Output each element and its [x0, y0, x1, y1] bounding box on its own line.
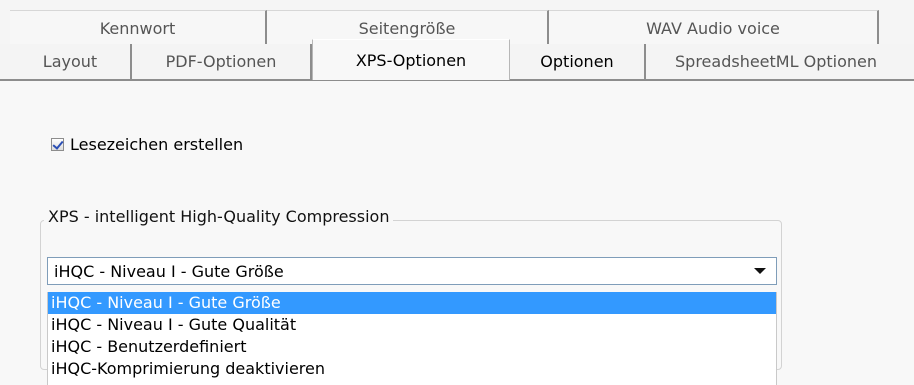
tab-label-pdf-optionen: PDF-Optionen	[165, 52, 277, 71]
tab-wav-audio-voice[interactable]: WAV Audio voice	[549, 10, 879, 46]
compression-dropdown-list: iHQC - Niveau I - Gute Größe iHQC - Nive…	[47, 292, 777, 385]
compression-select-value: iHQC - Niveau I - Gute Größe	[54, 261, 284, 281]
tab-label-layout: Layout	[42, 52, 98, 71]
compression-option[interactable]: iHQC - Niveau I - Gute Größe	[48, 292, 776, 314]
compression-option[interactable]: iHQC - Benutzerdefiniert	[48, 336, 776, 358]
tab-xps-optionen[interactable]: XPS-Optionen	[312, 39, 510, 80]
tab-layout[interactable]: Layout	[10, 44, 132, 79]
front-tab-row: Layout PDF-Optionen XPS-Optionen Optione…	[0, 39, 914, 81]
tab-pdf-optionen[interactable]: PDF-Optionen	[132, 44, 312, 79]
compression-option[interactable]: iHQC-Komprimierung deaktivieren	[48, 358, 776, 380]
chevron-down-icon[interactable]	[754, 268, 766, 274]
xps-options-dialog: Kennwort Seitengröße WAV Audio voice Lay…	[0, 0, 914, 385]
tab-label-optionen: Optionen	[540, 52, 614, 71]
tab-content-panel: Lesezeichen erstellen XPS - intelligent …	[0, 81, 914, 385]
tab-optionen[interactable]: Optionen	[510, 44, 646, 79]
compression-group-label: XPS - intelligent High-Quality Compressi…	[44, 207, 394, 226]
tab-spreadsheetml-optionen[interactable]: SpreadsheetML Optionen	[646, 44, 906, 79]
tab-label-kennwort: Kennwort	[99, 19, 176, 38]
tab-label-seitengroesse: Seitengröße	[358, 19, 456, 38]
bookmark-checkbox-row[interactable]: Lesezeichen erstellen	[51, 135, 243, 154]
tab-label-spreadsheetml-optionen: SpreadsheetML Optionen	[675, 52, 877, 71]
tab-kennwort[interactable]: Kennwort	[10, 10, 267, 46]
tab-label-wav-audio-voice: WAV Audio voice	[646, 19, 780, 38]
tab-label-xps-optionen: XPS-Optionen	[355, 50, 467, 70]
bookmark-checkbox[interactable]	[51, 138, 64, 151]
bookmark-checkbox-label: Lesezeichen erstellen	[70, 135, 244, 154]
compression-select[interactable]: iHQC - Niveau I - Gute Größe	[47, 257, 777, 285]
compression-option[interactable]: iHQC - Niveau I - Gute Qualität	[48, 314, 776, 336]
